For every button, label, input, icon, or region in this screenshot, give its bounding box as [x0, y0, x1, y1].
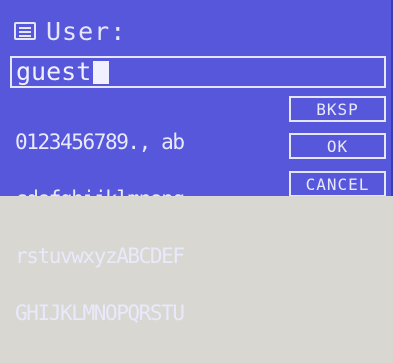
char-row[interactable]: 0123456789., ab — [15, 132, 287, 153]
lcd-screen: User: guest 0123456789., ab cdefghijklmn… — [0, 0, 393, 324]
char-row[interactable]: rstuvwxyzABCDEF — [15, 246, 287, 267]
username-input[interactable]: guest — [10, 56, 386, 88]
username-value: guest — [16, 57, 92, 86]
title-row: User: — [14, 14, 126, 48]
menu-icon — [14, 22, 36, 40]
device-bezel — [0, 196, 393, 212]
text-cursor — [93, 60, 110, 84]
ok-button[interactable]: OK — [289, 133, 386, 159]
screen-title: User: — [46, 16, 127, 46]
backspace-button[interactable]: BKSP — [289, 96, 386, 122]
cancel-button[interactable]: CANCEL — [289, 171, 386, 197]
character-grid[interactable]: 0123456789., ab cdefghijklmnopq rstuvwxy… — [15, 95, 287, 361]
char-row[interactable]: GHIJKLMNOPQRSTU — [15, 303, 287, 324]
